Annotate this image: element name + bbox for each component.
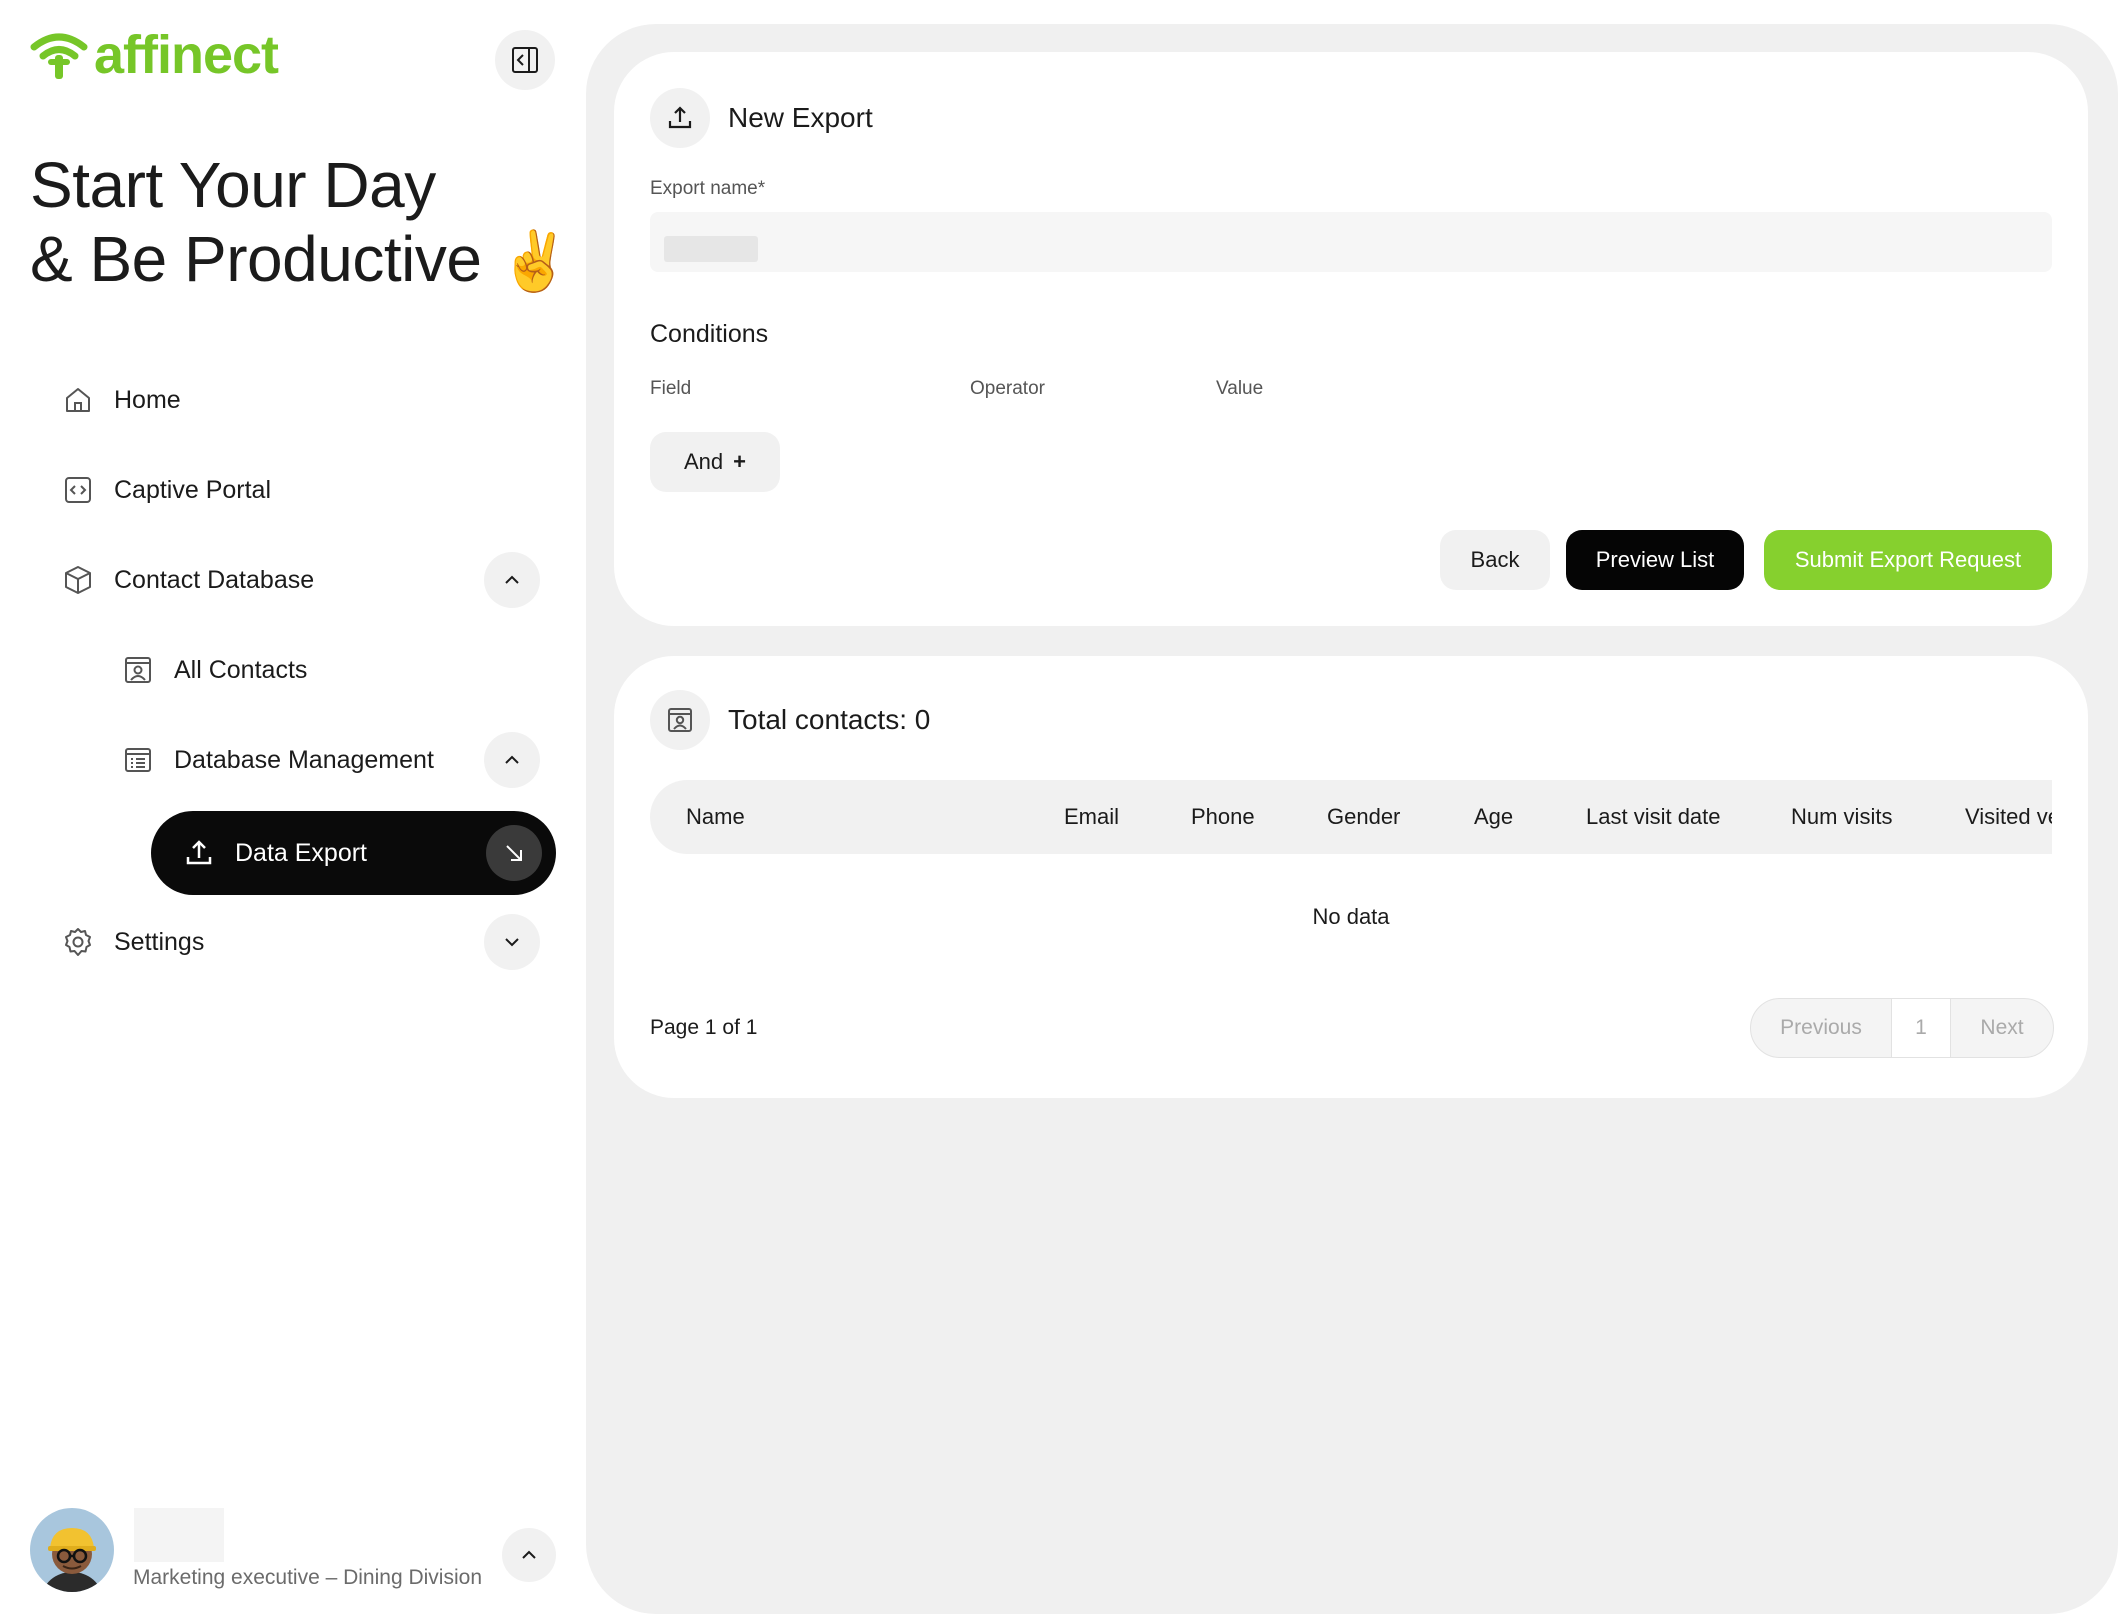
greeting-heading: Start Your Day & Be Productive ✌️ — [30, 148, 571, 299]
brand-name: affinect — [94, 25, 279, 85]
sidebar: affinect Start Your Day & Be Productive … — [0, 0, 585, 1624]
victory-hand-emoji: ✌️ — [498, 229, 571, 294]
page-info: Page 1 of 1 — [650, 1016, 758, 1039]
column-header-num-visits[interactable]: Num visits — [1791, 804, 1892, 830]
sidebar-item-label: Captive Portal — [114, 475, 272, 504]
column-header-name[interactable]: Name — [686, 804, 745, 830]
sidebar-collapse-icon — [512, 47, 538, 73]
chevron-up-icon — [505, 755, 519, 764]
contact-card-icon — [650, 690, 710, 750]
operator-column-label: Operator — [970, 378, 1045, 399]
export-name-value-redacted — [664, 236, 758, 262]
app-root: affinect Start Your Day & Be Productive … — [0, 0, 2122, 1624]
upload-icon — [183, 837, 215, 869]
field-column-label: Field — [650, 378, 692, 399]
add-and-condition-button[interactable]: And + — [650, 432, 780, 492]
greeting-line-2: & Be Productive — [30, 223, 482, 295]
sidebar-item-home[interactable]: Home — [62, 370, 181, 430]
sidebar-item-label: Contact Database — [114, 565, 315, 594]
sidebar-item-all-contacts[interactable]: All Contacts — [122, 640, 307, 700]
column-header-age[interactable]: Age — [1474, 804, 1513, 830]
gear-icon — [62, 926, 94, 958]
previous-page-button[interactable]: Previous — [1751, 999, 1891, 1057]
code-square-icon — [62, 474, 94, 506]
pagination: Previous 1 Next — [1750, 998, 2054, 1058]
export-name-label: Export name* — [650, 178, 766, 199]
arrow-down-right-icon — [486, 825, 542, 881]
settings-toggle[interactable] — [484, 914, 540, 970]
value-column-label: Value — [1216, 378, 1264, 399]
collapse-sidebar-button[interactable] — [495, 30, 555, 90]
sidebar-item-label: Settings — [114, 927, 205, 956]
sidebar-item-settings[interactable]: Settings — [62, 912, 204, 972]
next-page-button[interactable]: Next — [1951, 999, 2053, 1057]
sidebar-item-data-export[interactable]: Data Export — [151, 811, 556, 895]
chevron-up-icon — [505, 575, 519, 584]
conditions-title: Conditions — [650, 320, 769, 348]
sidebar-item-label: Database Management — [174, 745, 434, 774]
preview-list-button[interactable]: Preview List — [1566, 530, 1744, 590]
chevron-down-icon — [505, 938, 519, 947]
column-header-phone[interactable]: Phone — [1191, 804, 1255, 830]
user-name-redacted — [134, 1508, 224, 1562]
sidebar-item-database-management[interactable]: Database Management — [122, 730, 434, 790]
submit-export-request-button[interactable]: Submit Export Request — [1764, 530, 2052, 590]
sidebar-item-label: Data Export — [235, 838, 368, 867]
chevron-up-icon — [522, 1550, 536, 1559]
total-contacts-title: Total contacts: 0 — [728, 704, 931, 735]
contact-database-toggle[interactable] — [484, 552, 540, 608]
card-title: New Export — [728, 102, 873, 133]
column-header-email[interactable]: Email — [1064, 804, 1119, 830]
sidebar-item-label: Home — [114, 385, 181, 414]
avatar[interactable] — [30, 1508, 114, 1592]
brand-logo[interactable]: affinect — [30, 25, 279, 85]
contacts-card: Total contacts: 0 Name Email Phone Gende… — [614, 656, 2088, 1098]
and-button-label: And — [683, 449, 724, 474]
database-management-toggle[interactable] — [484, 732, 540, 788]
export-name-input[interactable] — [650, 212, 2052, 272]
wifi-logo-icon — [30, 33, 88, 79]
contact-card-icon — [122, 654, 154, 686]
sidebar-item-contact-database[interactable]: Contact Database — [62, 550, 314, 610]
user-role: Marketing executive – Dining Division — [133, 1566, 482, 1589]
list-document-icon — [122, 744, 154, 776]
upload-icon — [650, 88, 710, 148]
home-icon — [62, 384, 94, 416]
sidebar-item-captive-portal[interactable]: Captive Portal — [62, 460, 271, 520]
sidebar-item-label: All Contacts — [174, 655, 308, 684]
back-button[interactable]: Back — [1440, 530, 1550, 590]
greeting-line-1: Start Your Day — [30, 149, 436, 221]
cube-icon — [62, 564, 94, 596]
column-header-last-visit-date[interactable]: Last visit date — [1586, 804, 1721, 830]
page-number-button[interactable]: 1 — [1891, 999, 1951, 1057]
column-header-gender[interactable]: Gender — [1327, 804, 1400, 830]
empty-table-message: No data — [1312, 904, 1390, 929]
profile-menu-toggle[interactable] — [502, 1528, 556, 1582]
contacts-table-header: Name Email Phone Gender Age Last visit d… — [650, 780, 2052, 854]
main-panel: New Export Export name* Conditions Field… — [586, 24, 2118, 1614]
new-export-card: New Export Export name* Conditions Field… — [614, 52, 2088, 626]
column-header-visited-venues[interactable]: Visited ve — [1965, 804, 2052, 830]
plus-icon: + — [733, 449, 746, 474]
